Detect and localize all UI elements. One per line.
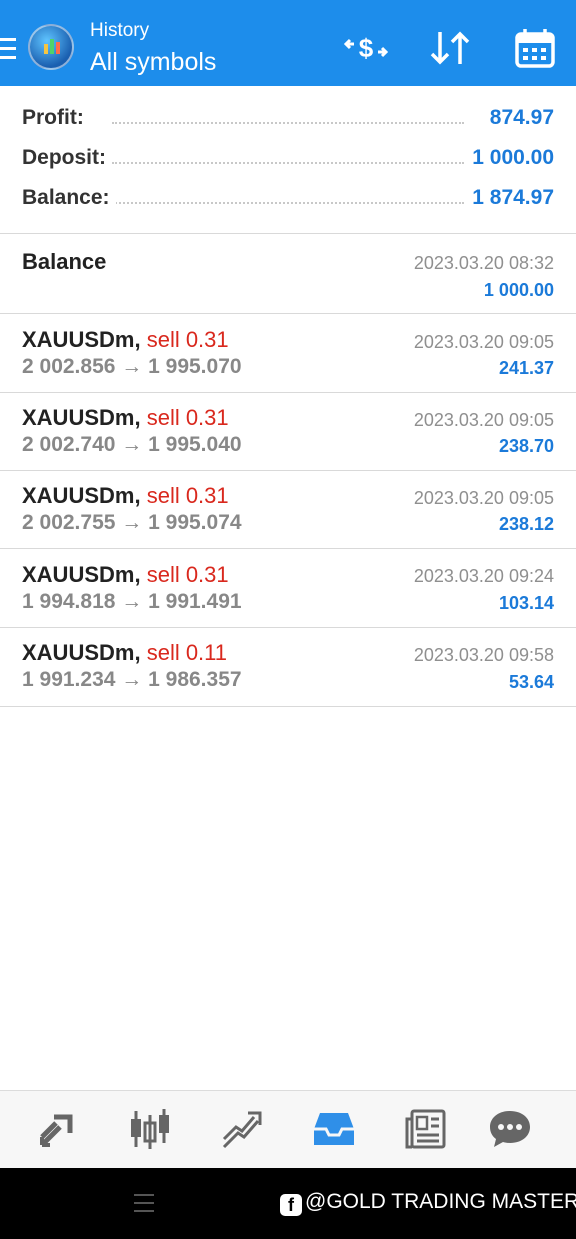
profit-value: 874.97 — [483, 106, 554, 130]
deal-row[interactable]: XAUUSDm, sell 0.31 1 994.818 → 1 991.491… — [0, 549, 576, 628]
header-title[interactable]: All symbols — [90, 48, 216, 77]
deal-profit: 241.37 — [498, 358, 554, 378]
arrow-icon: → — [121, 590, 143, 613]
deal-prices: 1 991.234 → 1 986.357 — [22, 668, 242, 692]
deal-profit: 238.70 — [498, 436, 554, 456]
deal-symbol-name: XAUUSDm, — [22, 640, 141, 665]
svg-text:$: $ — [359, 33, 374, 63]
deal-row[interactable]: XAUUSDm, sell 0.31 2 002.755 → 1 995.074… — [0, 471, 576, 549]
deal-side: sell 0.31 — [146, 327, 229, 352]
deal-date: 2023.03.20 09:05 — [413, 488, 554, 508]
dotted-leader — [112, 122, 464, 124]
chat-icon[interactable] — [488, 1107, 532, 1151]
quotes-icon[interactable] — [36, 1107, 80, 1151]
deal-row[interactable]: XAUUSDm, sell 0.31 2 002.856 → 1 995.070… — [0, 314, 576, 393]
app-logo — [28, 24, 74, 70]
deal-symbol: XAUUSDm, sell 0.31 — [22, 483, 229, 509]
deal-prices: 2 002.740 → 1 995.040 — [22, 433, 242, 457]
deal-prices: 1 994.818 → 1 991.491 — [22, 590, 242, 614]
deal-date: 2023.03.20 09:05 — [413, 410, 554, 430]
app-header: History All symbols $ — [0, 0, 576, 86]
deposit-label: Deposit: — [22, 146, 112, 170]
balance-summary-row: Balance: 1 874.97 — [22, 186, 554, 216]
deposit-row: Deposit: 1 000.00 — [22, 146, 554, 176]
watermark: f @GOLD TRADING MASTER — [280, 1190, 576, 1216]
deal-date: 2023.03.20 09:05 — [413, 332, 554, 352]
open-price: 2 002.740 — [22, 433, 116, 456]
chart-icon[interactable] — [128, 1107, 172, 1151]
deal-side: sell 0.11 — [146, 640, 228, 665]
history-icon[interactable] — [312, 1107, 356, 1151]
deal-symbol-name: XAUUSDm, — [22, 327, 141, 352]
open-price: 1 991.234 — [22, 668, 116, 691]
profit-label: Profit: — [22, 106, 90, 130]
system-navigation-bar: f @GOLD TRADING MASTER — [0, 1168, 576, 1239]
balance-entry-label: Balance — [22, 249, 107, 274]
recent-apps-icon[interactable] — [134, 1194, 154, 1212]
trade-icon[interactable] — [220, 1107, 264, 1151]
deal-date: 2023.03.20 09:24 — [413, 566, 554, 586]
deposit-value: 1 000.00 — [466, 146, 554, 170]
deal-profit: 238.12 — [498, 514, 554, 534]
balance-entry-date: 2023.03.20 08:32 — [413, 253, 554, 273]
currency-exchange-icon[interactable]: $ — [344, 28, 388, 68]
bottom-navigation — [0, 1090, 576, 1168]
deal-row[interactable]: XAUUSDm, sell 0.11 1 991.234 → 1 986.357… — [0, 628, 576, 707]
profit-row: Profit: 874.97 — [22, 106, 554, 136]
deal-side: sell 0.31 — [146, 562, 229, 587]
close-price: 1 995.040 — [148, 433, 242, 456]
sort-icon[interactable] — [428, 28, 472, 68]
summary-section: Profit: 874.97 Deposit: 1 000.00 Balance… — [0, 86, 576, 234]
open-price: 2 002.856 — [22, 355, 116, 378]
open-price: 2 002.755 — [22, 511, 116, 534]
deal-symbol: XAUUSDm, sell 0.31 — [22, 327, 229, 353]
balance-entry-amount: 1 000.00 — [483, 280, 554, 300]
deal-side: sell 0.31 — [146, 405, 229, 430]
deal-symbol-name: XAUUSDm, — [22, 562, 141, 587]
deal-symbol-name: XAUUSDm, — [22, 483, 141, 508]
deal-side: sell 0.31 — [146, 483, 229, 508]
deal-prices: 2 002.755 → 1 995.074 — [22, 511, 242, 535]
close-price: 1 995.074 — [148, 511, 242, 534]
deal-symbol: XAUUSDm, sell 0.31 — [22, 405, 229, 431]
close-price: 1 991.491 — [148, 590, 242, 613]
deal-symbol: XAUUSDm, sell 0.31 — [22, 562, 229, 588]
balance-value: 1 874.97 — [466, 186, 554, 210]
arrow-icon: → — [121, 668, 143, 691]
watermark-text: @GOLD TRADING MASTER — [305, 1190, 576, 1213]
deal-profit: 103.14 — [498, 593, 554, 613]
close-price: 1 986.357 — [148, 668, 242, 691]
balance-entry-row[interactable]: Balance 2023.03.20 08:32 1 000.00 — [0, 235, 576, 314]
arrow-icon: → — [121, 511, 143, 534]
arrow-icon: → — [121, 355, 143, 378]
deal-symbol-name: XAUUSDm, — [22, 405, 141, 430]
menu-icon[interactable] — [0, 38, 16, 60]
balance-label: Balance: — [22, 186, 116, 210]
calendar-icon[interactable] — [513, 28, 557, 68]
open-price: 1 994.818 — [22, 590, 116, 613]
deal-row[interactable]: XAUUSDm, sell 0.31 2 002.740 → 1 995.040… — [0, 393, 576, 471]
news-icon[interactable] — [404, 1107, 448, 1151]
close-price: 1 995.070 — [148, 355, 242, 378]
facebook-icon: f — [280, 1194, 302, 1216]
dotted-leader — [112, 162, 464, 164]
deal-prices: 2 002.856 → 1 995.070 — [22, 355, 242, 379]
deal-profit: 53.64 — [508, 672, 554, 692]
header-subtitle: History — [90, 20, 150, 41]
dotted-leader — [112, 202, 464, 204]
arrow-icon: → — [121, 433, 143, 456]
deal-date: 2023.03.20 09:58 — [413, 645, 554, 665]
deal-symbol: XAUUSDm, sell 0.11 — [22, 640, 227, 666]
